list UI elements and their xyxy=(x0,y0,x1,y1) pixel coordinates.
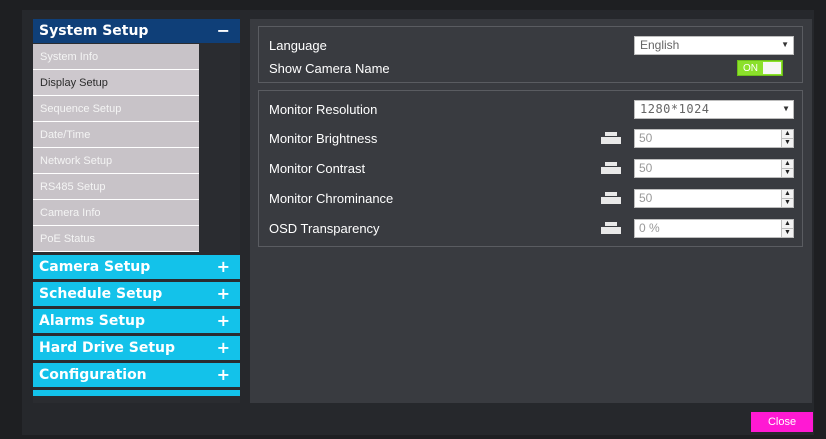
spin-buttons: ▲ ▼ xyxy=(781,129,793,147)
monitor-contrast-value: 50 xyxy=(639,161,653,175)
general-settings-group: Language English ▼ Show Camera Name ON xyxy=(258,26,803,83)
expand-icon: + xyxy=(216,338,230,357)
section-label: Alarms Setup xyxy=(39,313,146,329)
section-partial[interactable] xyxy=(33,390,240,396)
language-row: Language English ▼ xyxy=(259,33,802,57)
monitor-brightness-spinbox[interactable]: 50 ▲ ▼ xyxy=(634,128,794,148)
sidebar-item-camera-info[interactable]: Camera Info xyxy=(33,200,199,226)
language-select[interactable]: English ▼ xyxy=(634,35,794,55)
monitor-resolution-label: Monitor Resolution xyxy=(269,101,378,117)
spin-down-icon[interactable]: ▼ xyxy=(782,169,793,177)
show-camera-name-toggle[interactable]: ON xyxy=(737,60,783,76)
sidebar-item-display-setup[interactable]: Display Setup xyxy=(33,70,199,96)
osd-transparency-spinbox[interactable]: 0 % ▲ ▼ xyxy=(634,218,794,238)
slider-icon[interactable] xyxy=(601,192,621,204)
spin-up-icon[interactable]: ▲ xyxy=(782,160,793,169)
expand-icon: + xyxy=(216,257,230,276)
monitor-chrominance-row: Monitor Chrominance 50 ▲ ▼ xyxy=(259,186,802,210)
osd-transparency-row: OSD Transparency 0 % ▲ ▼ xyxy=(259,216,802,240)
monitor-brightness-row: Monitor Brightness 50 ▲ ▼ xyxy=(259,126,802,150)
slider-icon[interactable] xyxy=(601,132,621,144)
section-camera-setup[interactable]: Camera Setup + xyxy=(33,255,240,279)
section-system-setup[interactable]: System Setup − xyxy=(33,19,240,43)
section-hard-drive-setup[interactable]: Hard Drive Setup + xyxy=(33,336,240,360)
monitor-brightness-label: Monitor Brightness xyxy=(269,130,378,146)
section-schedule-setup[interactable]: Schedule Setup + xyxy=(33,282,240,306)
sidebar-item-date-time[interactable]: Date/Time xyxy=(33,122,199,148)
spin-down-icon[interactable]: ▼ xyxy=(782,229,793,237)
sidebar-item-sequence-setup[interactable]: Sequence Setup xyxy=(33,96,199,122)
monitor-contrast-row: Monitor Contrast 50 ▲ ▼ xyxy=(259,156,802,180)
slider-icon[interactable] xyxy=(601,162,621,174)
monitor-settings-group: Monitor Resolution 1280*1024 ▼ Monitor B… xyxy=(258,90,803,247)
language-label: Language xyxy=(269,37,327,53)
section-label: Camera Setup xyxy=(39,259,151,275)
spin-up-icon[interactable]: ▲ xyxy=(782,130,793,139)
spin-buttons: ▲ ▼ xyxy=(781,189,793,207)
section-label: Schedule Setup xyxy=(39,286,163,302)
close-button[interactable]: Close xyxy=(751,412,813,432)
osd-transparency-value: 0 % xyxy=(639,221,660,235)
monitor-resolution-value: 1280*1024 xyxy=(640,102,710,116)
chevron-down-icon: ▼ xyxy=(783,103,789,113)
chevron-down-icon: ▼ xyxy=(781,39,789,49)
spin-up-icon[interactable]: ▲ xyxy=(782,220,793,229)
settings-sidebar: System Setup − System Info Display Setup… xyxy=(33,19,240,403)
monitor-chrominance-value: 50 xyxy=(639,191,653,205)
system-setup-submenu: System Info Display Setup Sequence Setup… xyxy=(33,44,240,252)
monitor-chrominance-label: Monitor Chrominance xyxy=(269,190,394,206)
spin-down-icon[interactable]: ▼ xyxy=(782,199,793,207)
section-label: Configuration xyxy=(39,367,147,383)
show-camera-name-row: Show Camera Name ON xyxy=(259,56,802,80)
expand-icon: + xyxy=(216,284,230,303)
section-alarms-setup[interactable]: Alarms Setup + xyxy=(33,309,240,333)
toggle-knob xyxy=(763,62,781,74)
spin-up-icon[interactable]: ▲ xyxy=(782,190,793,199)
show-camera-name-label: Show Camera Name xyxy=(269,60,390,76)
spin-buttons: ▲ ▼ xyxy=(781,159,793,177)
spin-down-icon[interactable]: ▼ xyxy=(782,139,793,147)
monitor-contrast-label: Monitor Contrast xyxy=(269,160,366,176)
monitor-chrominance-spinbox[interactable]: 50 ▲ ▼ xyxy=(634,188,794,208)
sidebar-item-network-setup[interactable]: Network Setup xyxy=(33,148,199,174)
monitor-resolution-select[interactable]: 1280*1024 ▼ xyxy=(634,99,794,119)
slider-icon[interactable] xyxy=(601,222,621,234)
expand-icon: + xyxy=(216,311,230,330)
monitor-resolution-row: Monitor Resolution 1280*1024 ▼ xyxy=(259,97,802,121)
sidebar-item-system-info[interactable]: System Info xyxy=(33,44,199,70)
display-setup-panel: Language English ▼ Show Camera Name ON M… xyxy=(250,19,812,403)
language-value: English xyxy=(640,38,680,52)
spin-buttons: ▲ ▼ xyxy=(781,219,793,237)
monitor-brightness-value: 50 xyxy=(639,131,653,145)
monitor-contrast-spinbox[interactable]: 50 ▲ ▼ xyxy=(634,158,794,178)
osd-transparency-label: OSD Transparency xyxy=(269,220,380,236)
section-label: Hard Drive Setup xyxy=(39,340,176,356)
collapse-icon: − xyxy=(216,21,230,40)
section-label: System Setup xyxy=(39,23,149,39)
sidebar-item-rs485-setup[interactable]: RS485 Setup xyxy=(33,174,199,200)
section-configuration[interactable]: Configuration + xyxy=(33,363,240,387)
toggle-state-text: ON xyxy=(743,62,758,74)
expand-icon: + xyxy=(216,365,230,384)
sidebar-item-poe-status[interactable]: PoE Status xyxy=(33,226,199,252)
